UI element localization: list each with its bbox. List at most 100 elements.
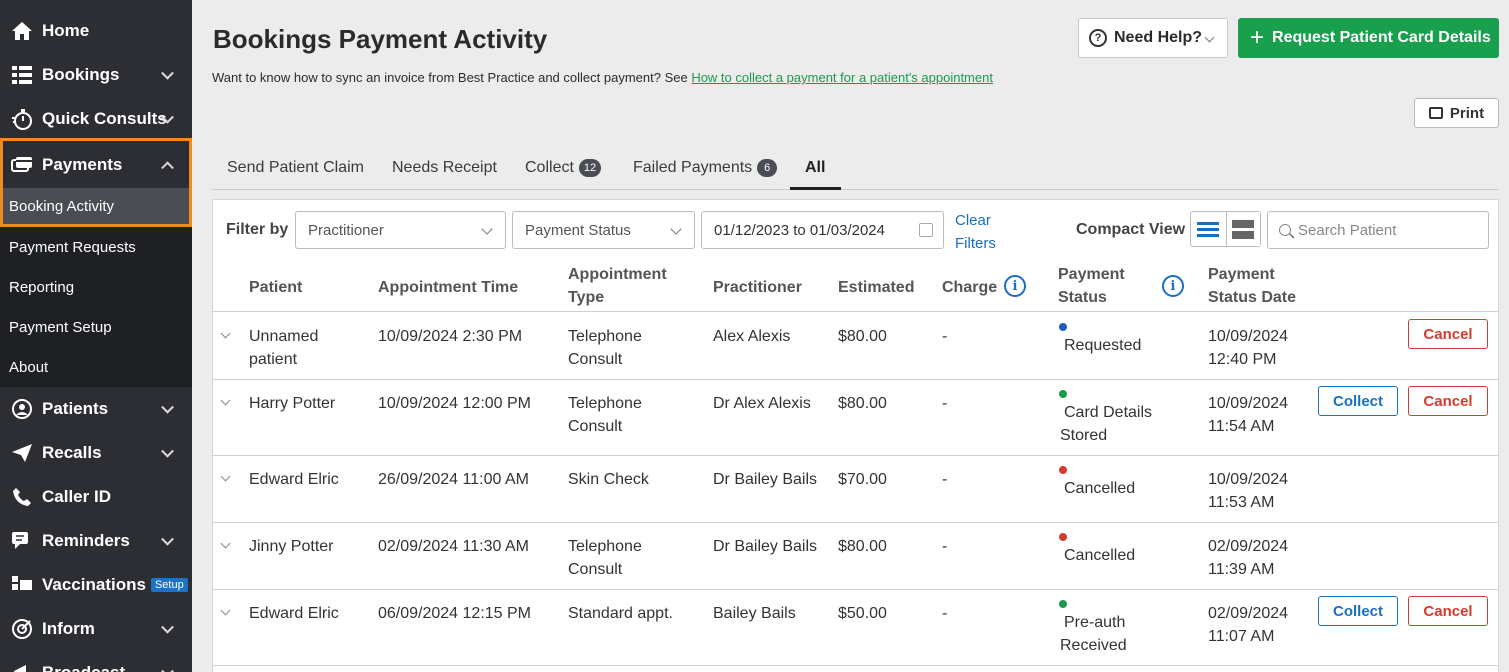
sidebar-item-recalls[interactable]: Recalls [0,431,192,475]
sidebar-item-inform[interactable]: Inform [0,607,192,651]
send-icon [10,442,34,464]
cell-estimated: $50.00 [838,605,887,622]
col-appointment-time: Appointment Time [378,279,519,296]
status-dot [1059,533,1067,541]
tab-send-patient-claim[interactable]: Send Patient Claim [227,159,364,177]
sidebar-item-payments[interactable]: Payments [3,141,189,188]
cell-appointment-type: Telephone Consult [568,538,642,578]
cell-charge: - [942,605,948,622]
stopwatch-icon [10,108,34,130]
status-dot [1059,323,1067,331]
chevron-down-icon [670,223,682,235]
col-payment-status: Payment Status [1058,266,1125,306]
cancel-button[interactable]: Cancel [1408,596,1488,626]
cancel-button[interactable]: Cancel [1408,386,1488,416]
sidebar-item-label: Bookings [42,65,120,84]
tab-failed-payments[interactable]: Failed Payments 6 [633,159,778,177]
cancel-button[interactable]: Cancel [1408,319,1488,349]
cell-patient: Unnamed patient [249,328,319,368]
expand-chevron-icon[interactable] [220,605,231,616]
sidebar-subitem-payment-requests[interactable]: Payment Requests [0,227,192,267]
status-badge: Card Details Stored [1060,404,1153,444]
clear-filters-link[interactable]: Clear Filters [955,209,1015,255]
plus-icon: + [1250,24,1265,51]
status-dot [1059,600,1067,608]
sidebar-item-quick-consults[interactable]: Quick Consults [0,97,192,141]
sidebar-item-caller-id[interactable]: Caller ID [0,475,192,519]
sidebar-item-label: Vaccinations [42,575,146,594]
table-row: Edward Elric 06/09/2024 12:15 PM Standard … [213,590,1498,666]
col-appointment-type: Appointment Type [568,266,667,306]
intro-text: Want to know how to sync an invoice from… [212,70,993,85]
cell-appointment-time: 06/09/2024 12:15 PM [378,605,532,622]
tab-collect[interactable]: Collect 12 [525,159,602,177]
sidebar-subitem-booking-activity[interactable]: Booking Activity [3,188,189,224]
sidebar-subitem-reporting[interactable]: Reporting [0,267,192,307]
sidebar-item-vaccinations[interactable]: Vaccinations Setup [0,563,192,607]
tab-bar: Send Patient Claim Needs Receipt Collect 12… [212,150,1499,190]
tab-count-badge: 12 [578,159,602,177]
print-button[interactable]: Print [1414,98,1499,128]
charge-info-icon[interactable]: i [1004,275,1026,297]
list-view-icon[interactable] [1191,212,1226,246]
status-info-icon[interactable]: i [1162,275,1184,297]
status-badge: Requested [1064,337,1142,354]
need-help-button[interactable]: ? Need Help? [1078,18,1228,58]
setup-badge: Setup [150,578,188,592]
request-card-details-button[interactable]: + Request Patient Card Details [1238,18,1499,58]
date-range-input[interactable]: 01/12/2023 to 01/03/2024 [701,211,944,249]
cell-status-date: 10/09/2024 11:53 AM [1208,471,1289,511]
sidebar: Home Bookings Quick Consults Payments Book… [0,0,192,672]
expand-chevron-icon[interactable] [220,471,231,482]
cell-patient: Jinny Potter [249,538,334,555]
phone-icon [10,486,34,508]
collect-button[interactable]: Collect [1318,386,1398,416]
status-dot [1059,466,1067,474]
collect-button[interactable]: Collect [1318,596,1398,626]
cell-status-date: 10/09/2024 12:40 PM [1208,328,1289,368]
cell-appointment-time: 10/09/2024 12:00 PM [378,395,532,412]
tab-all[interactable]: All [805,159,825,177]
sidebar-item-label: Inform [42,619,95,638]
sidebar-item-label: Recalls [42,443,102,462]
sidebar-subitem-about[interactable]: About [0,347,192,387]
expand-chevron-icon[interactable] [220,538,231,549]
cell-appointment-type: Standard appt. [568,605,673,622]
active-tab-underline [790,187,841,190]
practitioner-select[interactable]: Practitioner [295,211,506,249]
patients-icon [10,398,34,420]
cell-appointment-type: Telephone Consult [568,395,642,435]
chat-icon [10,530,34,552]
help-article-link[interactable]: How to collect a payment for a patient's… [691,70,993,85]
search-input[interactable]: Search Patient [1267,211,1489,249]
col-estimated: Estimated [838,279,915,296]
vaccination-icon [10,574,34,596]
compact-view-icon[interactable] [1225,212,1260,246]
sidebar-item-broadcast[interactable]: Broadcast [0,651,192,672]
sidebar-item-patients[interactable]: Patients [0,387,192,431]
payment-status-select[interactable]: Payment Status [512,211,695,249]
chevron-down-icon [161,444,174,458]
cell-status-date: 02/09/2024 11:39 AM [1208,538,1289,578]
sidebar-item-home[interactable]: Home [0,9,192,53]
expand-chevron-icon[interactable] [220,395,231,406]
table-row: Unnamed patient 10/09/2024 2:30 PM Telephon… [213,313,1498,380]
sidebar-item-reminders[interactable]: Reminders [0,519,192,563]
col-charge: Charge [942,279,998,296]
filter-label: Filter by [226,221,289,238]
cell-practitioner: Dr Bailey Bails [713,538,818,555]
tab-needs-receipt[interactable]: Needs Receipt [392,159,497,177]
cell-charge: - [942,328,948,345]
activity-panel: Filter by Practitioner Payment Status 01… [212,199,1499,672]
search-icon [1279,224,1291,236]
chevron-down-icon [161,400,174,414]
cell-estimated: $80.00 [838,538,887,555]
calendar-icon [919,223,933,237]
sidebar-item-bookings[interactable]: Bookings [0,53,192,97]
question-icon: ? [1089,29,1107,47]
chevron-down-icon [481,223,493,235]
expand-chevron-icon[interactable] [220,328,231,339]
cell-estimated: $80.00 [838,328,887,345]
sidebar-subitem-payment-setup[interactable]: Payment Setup [0,307,192,347]
cell-patient: Edward Elric [249,605,339,622]
